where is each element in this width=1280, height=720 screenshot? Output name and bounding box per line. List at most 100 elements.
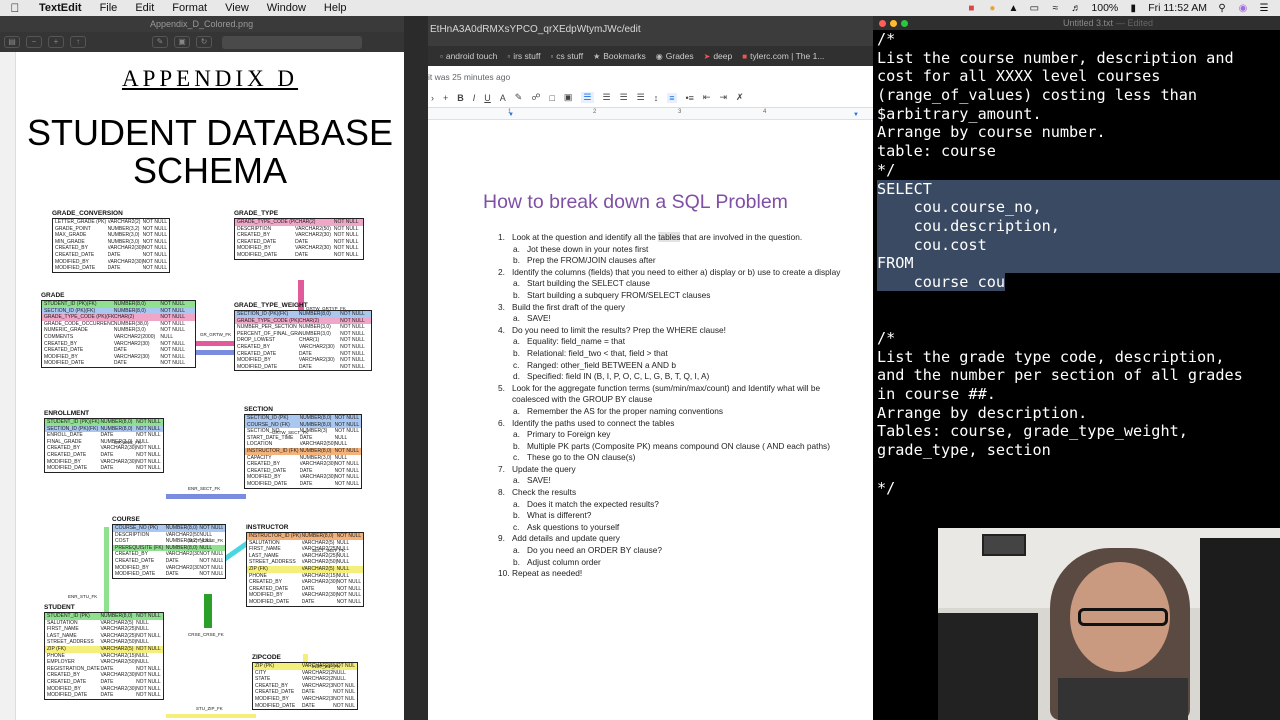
sidebar-toggle-icon[interactable]: ▤	[4, 36, 20, 48]
apple-icon[interactable]: 	[0, 1, 30, 15]
subitem-text[interactable]: Start building the SELECT clause	[527, 278, 650, 290]
text-line[interactable]	[877, 460, 1280, 479]
doc-page[interactable]: How to break down a SQL Problem 1. Look a…	[428, 156, 873, 720]
text-line[interactable]: cou.cost	[877, 235, 1280, 255]
step-item[interactable]: 8. Check the results	[498, 487, 843, 499]
subitem-text[interactable]: These go to the ON clause(s)	[527, 452, 635, 464]
zoom-in-icon[interactable]: +	[48, 36, 64, 48]
step-subitem[interactable]: a. SAVE!	[498, 475, 843, 487]
bookmark-tylerc[interactable]: ■ tylerc.com | The 1...	[742, 51, 824, 61]
last-edit-text[interactable]: it was 25 minutes ago	[428, 72, 510, 82]
step-subitem[interactable]: b. What is different?	[498, 510, 843, 522]
subitem-text[interactable]: Ask questions to yourself	[527, 522, 619, 534]
bulleted-list-icon[interactable]: •≡	[686, 93, 694, 103]
step-subitem[interactable]: a. Equality: field_name = that	[498, 336, 843, 348]
step-subitem[interactable]: b. Adjust column order	[498, 557, 843, 569]
step-subitem[interactable]: b. Relational: field_two < that, field > …	[498, 348, 843, 360]
numbered-list-icon[interactable]: ≡	[667, 92, 677, 103]
step-subitem[interactable]: a. Primary to Foreign key	[498, 429, 843, 441]
step-subitem[interactable]: d. Specified: field IN (B, I, P, O, C, L,…	[498, 371, 843, 383]
subitem-text[interactable]: Start building a subquery FROM/SELECT cl…	[527, 290, 710, 302]
align-center-icon[interactable]: ☰	[603, 92, 611, 103]
step-item[interactable]: 10. Repeat as needed!	[498, 568, 843, 580]
siri-icon[interactable]: ◉	[1237, 3, 1249, 14]
bookmark-android-touch[interactable]: ▫ android touch	[440, 51, 497, 61]
selected-text[interactable]: course cou	[877, 272, 1006, 291]
step-subitem[interactable]: b. Prep the FROM/JOIN clauses after	[498, 255, 843, 267]
text-line[interactable]: grade_type, section	[877, 441, 1280, 460]
step-item[interactable]: 4. Do you need to limit the results? Prep…	[498, 325, 843, 337]
zoom-out-icon[interactable]: −	[26, 36, 42, 48]
step-item[interactable]: 3. Build the first draft of the query	[498, 302, 843, 314]
subitem-text[interactable]: Specified: field IN (B, I, P, O, C, L, G…	[527, 371, 709, 383]
airplay-icon[interactable]: ▭	[1028, 3, 1040, 14]
step-subitem[interactable]: a. Start building the SELECT clause	[498, 278, 843, 290]
subitem-text[interactable]: Primary to Foreign key	[527, 429, 610, 441]
subitem-text[interactable]: Multiple PK parts (Composite PK) means c…	[527, 441, 830, 453]
italic-button[interactable]: I	[473, 93, 476, 103]
subitem-text[interactable]: Relational: field_two < that, field > th…	[527, 348, 668, 360]
step-subitem[interactable]: a. Do you need an ORDER BY clause?	[498, 545, 843, 557]
decrease-indent-icon[interactable]: ⇤	[703, 92, 711, 103]
share-icon[interactable]: ↑	[70, 36, 86, 48]
preview-search-input[interactable]	[222, 35, 362, 49]
add-icon[interactable]: +	[443, 93, 448, 103]
step-item[interactable]: 6. Identify the paths used to connect the…	[498, 418, 843, 430]
step-text[interactable]: Check the results	[512, 487, 576, 499]
step-item[interactable]: 2. Identify the columns (fields) that you…	[498, 267, 843, 279]
menu-format[interactable]: Format	[163, 2, 216, 14]
subitem-text[interactable]: Equality: field_name = that	[527, 336, 625, 348]
doc-heading[interactable]: How to break down a SQL Problem	[483, 191, 788, 214]
chrome-icon[interactable]: ●	[986, 3, 998, 14]
step-item[interactable]: 7. Update the query	[498, 464, 843, 476]
menu-view[interactable]: View	[216, 2, 258, 14]
menu-window[interactable]: Window	[258, 2, 315, 14]
text-line[interactable]: Arrange by course number.	[877, 123, 1280, 142]
step-item[interactable]: 1. Look at the question and identify all …	[498, 232, 843, 244]
text-line[interactable]	[877, 310, 1280, 329]
markup-pen-icon[interactable]: ✎	[152, 36, 168, 48]
text-line[interactable]: SELECT	[877, 179, 1280, 199]
zoom-button[interactable]	[901, 19, 908, 27]
search-icon[interactable]: ⚲	[1216, 3, 1228, 14]
text-line[interactable]: */	[877, 161, 1280, 180]
text-line[interactable]: List the grade type code, description,	[877, 348, 1280, 367]
line-spacing-icon[interactable]: ↕	[654, 93, 659, 103]
text-line[interactable]: cost for all XXXX level courses	[877, 67, 1280, 86]
menu-app-name[interactable]: TextEdit	[30, 2, 91, 14]
subitem-text[interactable]: Jot these down in your notes first	[527, 244, 648, 256]
wifi-icon[interactable]: ≈	[1049, 3, 1061, 14]
text-line[interactable]: */	[877, 479, 1280, 498]
menu-edit[interactable]: Edit	[126, 2, 163, 14]
battery-icon[interactable]: ▮	[1127, 3, 1139, 14]
text-line[interactable]: $arbitrary_amount.	[877, 105, 1280, 124]
rotate-icon[interactable]: ↻	[196, 36, 212, 48]
subitem-text[interactable]: Adjust column order	[527, 557, 601, 569]
align-left-icon[interactable]: ☰	[581, 92, 594, 103]
url-bar[interactable]: EtHnA3A0dRMXsYPCO_qrXEdpWtymJWc/edit	[428, 16, 873, 46]
text-line[interactable]: /*	[877, 329, 1280, 348]
step-subitem[interactable]: c. These go to the ON clause(s)	[498, 452, 843, 464]
drive-icon[interactable]: ▲	[1007, 3, 1019, 14]
text-editor-content[interactable]: /* List the course number, description an…	[873, 30, 1280, 497]
step-text[interactable]: Update the query	[512, 464, 576, 476]
subitem-text[interactable]: Does it match the expected results?	[527, 499, 659, 511]
step-text[interactable]: Identify the paths used to connect the t…	[512, 418, 674, 430]
subitem-text[interactable]: Remember the AS for the proper naming co…	[527, 406, 723, 418]
increase-indent-icon[interactable]: ⇥	[719, 92, 727, 103]
text-line[interactable]: course cou	[877, 272, 1280, 292]
record-icon[interactable]: ■	[965, 3, 977, 14]
step-text[interactable]: Build the first draft of the query	[512, 302, 625, 314]
notification-center-icon[interactable]: ☰	[1258, 3, 1270, 14]
link-icon[interactable]: ☍	[531, 92, 540, 103]
text-line[interactable]: (range_of_values) costing less than	[877, 86, 1280, 105]
step-text[interactable]: Add details and update query	[512, 533, 620, 545]
text-line[interactable]: table: course	[877, 142, 1280, 161]
bookmark-irs-stuff[interactable]: ▫ irs stuff	[507, 51, 540, 61]
step-subitem[interactable]: b. Start building a subquery FROM/SELECT …	[498, 290, 843, 302]
bookmark-cs-stuff[interactable]: ▫ cs stuff	[550, 51, 583, 61]
highlight-pen-icon[interactable]: ✎	[515, 92, 523, 103]
bookmark-grades[interactable]: ◉ Grades	[656, 51, 694, 61]
step-text[interactable]: Repeat as needed!	[512, 568, 582, 580]
subitem-text[interactable]: SAVE!	[527, 475, 551, 487]
